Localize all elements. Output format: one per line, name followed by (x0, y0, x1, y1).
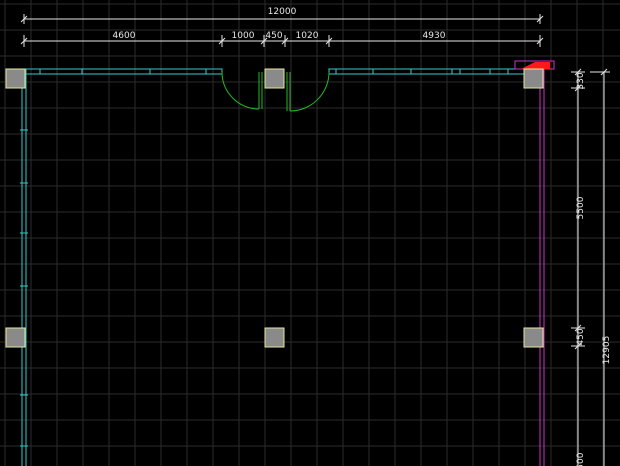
dim-label-top-overall: 12000 (268, 7, 297, 17)
column[interactable] (523, 68, 544, 89)
dim-label-seg-3: 450 (265, 31, 282, 41)
dim-label-seg-1: 4600 (113, 31, 136, 41)
dim-label-seg-2: 1000 (232, 31, 255, 41)
dim-label-seg-5: 4930 (423, 31, 446, 41)
dim-label-right-2: 5500 (576, 196, 586, 219)
column[interactable] (5, 68, 26, 89)
column[interactable] (5, 327, 26, 348)
column[interactable] (264, 327, 285, 348)
dim-label-right-4: 1500 (576, 452, 586, 466)
cad-drawing-canvas[interactable]: 12000 4600 1000 450 1020 4930 330 5500 4… (0, 0, 620, 466)
dim-label-right-3: 450 (576, 328, 586, 345)
column[interactable] (264, 68, 285, 89)
dim-label-seg-4: 1020 (296, 31, 319, 41)
dim-label-right-overall: 12905 (602, 336, 612, 365)
dim-label-right-1: 330 (576, 72, 586, 89)
column[interactable] (523, 327, 544, 348)
